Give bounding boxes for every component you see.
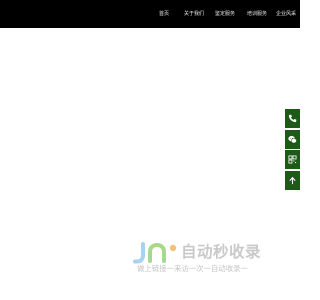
watermark-title: 自动秒收录 bbox=[181, 243, 262, 261]
nav-item-about[interactable]: 关于我们 bbox=[184, 11, 204, 17]
floating-side-toolbar bbox=[285, 109, 300, 191]
phone-icon bbox=[288, 114, 297, 123]
nav-item-company[interactable]: 企业风采 bbox=[276, 11, 296, 17]
phone-button[interactable] bbox=[285, 109, 300, 128]
nav-item-training[interactable]: 培训服务 bbox=[247, 11, 267, 17]
arrow-up-icon bbox=[289, 176, 296, 184]
top-navigation-bar: 首页 关于我们 鉴定服务 培训服务 企业风采 bbox=[0, 0, 300, 28]
page: 首页 关于我们 鉴定服务 培训服务 企业风采 自动秒收录 做上链接一来访一次一自… bbox=[0, 0, 300, 300]
watermark-subtitle: 做上链接一来访一次一自动收录一 bbox=[137, 264, 248, 273]
wechat-button[interactable] bbox=[285, 129, 300, 149]
qrcode-button[interactable] bbox=[285, 150, 300, 169]
wechat-icon bbox=[288, 135, 297, 143]
back-to-top-button[interactable] bbox=[285, 170, 300, 190]
nav-item-home[interactable]: 首页 bbox=[159, 11, 169, 17]
qrcode-icon bbox=[288, 155, 297, 164]
nav-item-appraisal[interactable]: 鉴定服务 bbox=[215, 11, 235, 17]
watermark-logo-icon bbox=[133, 242, 177, 264]
auto-indexing-watermark: 自动秒收录 做上链接一来访一次一自动收录一 bbox=[133, 242, 283, 276]
